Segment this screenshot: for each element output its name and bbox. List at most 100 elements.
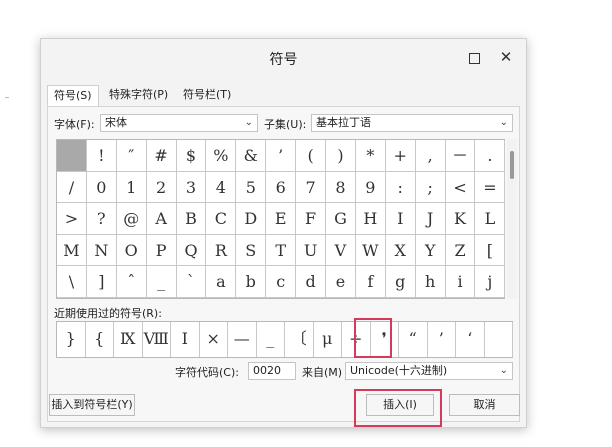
symbol-cell[interactable]: \	[57, 266, 87, 298]
symbol-cell[interactable]: 4	[206, 171, 237, 204]
symbol-cell[interactable]: e	[326, 266, 356, 298]
symbol-cell[interactable]: O	[116, 234, 147, 267]
symbol-cell[interactable]: Y	[415, 234, 446, 267]
recent-symbol-cell[interactable]: ÷	[342, 322, 371, 357]
symbol-cell[interactable]: Z	[445, 234, 476, 267]
symbol-cell[interactable]: 2	[146, 171, 177, 204]
symbol-cell[interactable]: A	[146, 203, 177, 235]
symbol-cell[interactable]: －	[445, 140, 476, 172]
symbol-cell[interactable]: b	[236, 266, 267, 298]
recent-symbol-cell[interactable]: “	[399, 322, 428, 357]
symbol-cell[interactable]: J	[415, 203, 446, 235]
symbol-cell[interactable]: R	[206, 234, 237, 267]
maximize-icon[interactable]	[469, 53, 480, 64]
symbol-cell[interactable]: 8	[326, 171, 356, 204]
symbol-cell[interactable]: I	[385, 203, 416, 235]
symbol-cell[interactable]: i	[445, 266, 476, 298]
symbol-cell[interactable]: C	[206, 203, 237, 235]
symbol-cell[interactable]: <	[445, 171, 476, 204]
symbol-cell[interactable]: @	[116, 203, 147, 235]
symbol-cell[interactable]: $	[176, 140, 207, 172]
insert-button[interactable]: 插入(I)	[366, 394, 434, 416]
symbol-cell[interactable]: M	[57, 234, 87, 267]
symbol-cell[interactable]: K	[445, 203, 476, 235]
symbol-cell[interactable]	[57, 140, 87, 172]
symbol-cell[interactable]: G	[326, 203, 356, 235]
symbol-cell[interactable]: ]	[86, 266, 117, 298]
symbol-cell[interactable]: #	[146, 140, 177, 172]
symbol-cell[interactable]: ;	[415, 171, 446, 204]
symbol-cell[interactable]: [	[475, 234, 506, 267]
symbol-cell[interactable]: W	[355, 234, 386, 267]
recent-symbol-cell[interactable]: {	[86, 322, 114, 357]
recent-symbol-cell[interactable]: ×	[200, 322, 228, 357]
char-code-input[interactable]: 0020	[248, 362, 296, 380]
symbol-cell[interactable]: S	[236, 234, 267, 267]
symbol-cell[interactable]: ˆ	[116, 266, 147, 298]
symbol-cell[interactable]: +	[385, 140, 416, 172]
symbol-cell[interactable]: /	[57, 171, 87, 204]
tab-symbol-bar[interactable]: 符号栏(T)	[177, 85, 237, 107]
font-select[interactable]: 宋体 ⌄	[100, 114, 258, 132]
recent-symbol-cell[interactable]: Ⅸ	[114, 322, 143, 357]
recent-symbol-cell[interactable]: _	[257, 322, 285, 357]
grid-scrollbar[interactable]	[507, 139, 517, 299]
symbol-cell[interactable]: E	[266, 203, 297, 235]
insert-to-symbol-bar-button[interactable]: 插入到符号栏(Y)	[49, 394, 135, 416]
recent-symbol-cell[interactable]: μ	[314, 322, 342, 357]
symbol-cell[interactable]: >	[57, 203, 87, 235]
symbol-cell[interactable]: &	[236, 140, 267, 172]
symbol-cell[interactable]: 1	[116, 171, 147, 204]
recent-symbol-cell[interactable]: ❜	[371, 322, 399, 357]
symbol-cell[interactable]: g	[385, 266, 416, 298]
recent-symbol-cell[interactable]: ’	[428, 322, 456, 357]
symbol-cell[interactable]: N	[86, 234, 117, 267]
symbol-cell[interactable]: 3	[176, 171, 207, 204]
symbol-cell[interactable]: ’	[266, 140, 297, 172]
symbol-cell[interactable]: :	[385, 171, 416, 204]
symbol-cell[interactable]: 9	[355, 171, 386, 204]
recent-symbol-cell[interactable]: Ⅰ	[171, 322, 200, 357]
recent-symbol-cell[interactable]: —	[228, 322, 257, 357]
symbol-cell[interactable]: =	[475, 171, 506, 204]
symbol-cell[interactable]: T	[266, 234, 297, 267]
symbol-cell[interactable]: j	[475, 266, 506, 298]
subset-select[interactable]: 基本拉丁语 ⌄	[311, 114, 513, 132]
recent-symbol-cell[interactable]: Ⅷ	[143, 322, 171, 357]
symbol-cell[interactable]: 7	[296, 171, 327, 204]
symbol-cell[interactable]: (	[296, 140, 327, 172]
symbol-cell[interactable]: .	[475, 140, 506, 172]
symbol-cell[interactable]: f	[355, 266, 386, 298]
symbol-cell[interactable]: ?	[86, 203, 117, 235]
symbol-cell[interactable]: `	[176, 266, 207, 298]
scrollbar-thumb[interactable]	[510, 151, 514, 179]
symbol-cell[interactable]: P	[146, 234, 177, 267]
symbol-cell[interactable]: V	[326, 234, 356, 267]
symbol-cell[interactable]: X	[385, 234, 416, 267]
recent-symbol-cell[interactable]: ‘	[456, 322, 485, 357]
symbol-cell[interactable]: F	[296, 203, 327, 235]
close-icon[interactable]: ✕	[496, 47, 516, 67]
symbol-cell[interactable]: B	[176, 203, 207, 235]
symbol-cell[interactable]: _	[146, 266, 177, 298]
symbol-cell[interactable]: c	[266, 266, 297, 298]
recent-symbol-cell[interactable]	[485, 322, 513, 357]
cancel-button[interactable]: 取消	[449, 394, 520, 416]
encoding-select[interactable]: Unicode(十六进制) ⌄	[345, 362, 513, 380]
symbol-cell[interactable]: d	[296, 266, 327, 298]
symbol-cell[interactable]: a	[206, 266, 237, 298]
symbol-cell[interactable]: *	[355, 140, 386, 172]
tab-special-chars[interactable]: 特殊字符(P)	[103, 85, 174, 107]
symbol-cell[interactable]: ″	[116, 140, 147, 172]
symbol-cell[interactable]: 6	[266, 171, 297, 204]
symbol-cell[interactable]: D	[236, 203, 267, 235]
symbol-cell[interactable]: Q	[176, 234, 207, 267]
symbol-cell[interactable]: !	[86, 140, 117, 172]
symbol-cell[interactable]: %	[206, 140, 237, 172]
symbol-cell[interactable]: ,	[415, 140, 446, 172]
recent-symbol-cell[interactable]: }	[57, 322, 86, 357]
recent-symbol-cell[interactable]: 〔	[285, 322, 314, 357]
symbol-cell[interactable]: H	[355, 203, 386, 235]
symbol-cell[interactable]: 0	[86, 171, 117, 204]
tab-symbol[interactable]: 符号(S)	[47, 85, 99, 108]
